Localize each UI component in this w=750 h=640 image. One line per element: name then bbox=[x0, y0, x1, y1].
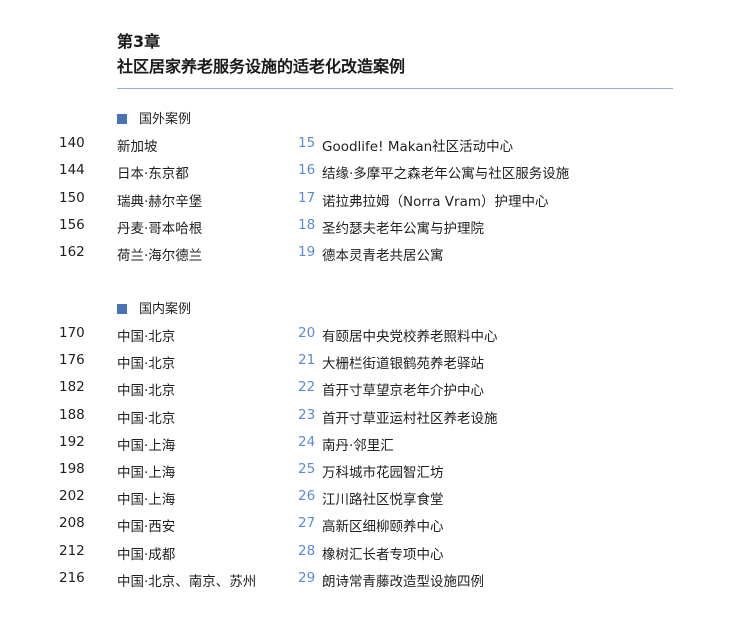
entry-location: 丹麦·哥本哈根 bbox=[117, 220, 203, 237]
case-number: 26 bbox=[298, 488, 316, 505]
page-number: 162 bbox=[59, 244, 85, 260]
toc-entry[interactable]: 140 新加坡 15 Goodlife! Makan社区活动中心 bbox=[0, 135, 750, 157]
toc-entry[interactable]: 144 日本·东京都 16 结缘·多摩平之森老年公寓与社区服务设施 bbox=[0, 162, 750, 184]
page-number: 216 bbox=[59, 569, 85, 586]
chapter-number: 第3章 bbox=[117, 32, 161, 51]
page-number: 198 bbox=[59, 461, 85, 477]
case-number: 28 bbox=[298, 542, 316, 559]
section-heading-domestic: 国内案例 bbox=[117, 298, 191, 317]
case-title: 朗诗常青藤改造型设施四例 bbox=[322, 573, 484, 590]
section-heading-label: 国内案例 bbox=[139, 302, 192, 317]
toc-entry[interactable]: 202 中国·上海 26 江川路社区悦享食堂 bbox=[0, 488, 750, 510]
page-number: 140 bbox=[59, 135, 85, 151]
section-heading-foreign: 国外案例 bbox=[117, 108, 191, 127]
case-title: 大栅栏街道银鹤苑养老驿站 bbox=[322, 356, 484, 373]
case-number: 15 bbox=[298, 135, 316, 151]
page-number: 202 bbox=[59, 488, 85, 505]
case-number: 24 bbox=[298, 433, 316, 450]
case-title: Goodlife! Makan社区活动中心 bbox=[322, 139, 514, 155]
case-title: 德本灵青老共居公寓 bbox=[322, 248, 444, 264]
page-number: 156 bbox=[59, 216, 85, 233]
case-title: 南丹·邻里汇 bbox=[322, 437, 394, 454]
case-number: 19 bbox=[298, 244, 316, 260]
toc-entry[interactable]: 150 瑞典·赫尔辛堡 17 诺拉弗拉姆（Norra Vram）护理中心 bbox=[0, 190, 750, 212]
entry-location: 中国·成都 bbox=[117, 546, 176, 563]
toc-entry[interactable]: 198 中国·上海 25 万科城市花园智汇坊 bbox=[0, 461, 750, 483]
case-number: 20 bbox=[298, 325, 316, 341]
toc-entry[interactable]: 216 中国·北京、南京、苏州 29 朗诗常青藤改造型设施四例 bbox=[0, 570, 750, 592]
entry-location: 中国·北京 bbox=[117, 356, 176, 373]
case-title: 首开寸草望京老年介护中心 bbox=[322, 383, 484, 400]
toc-entry[interactable]: 212 中国·成都 28 橡树汇长者专项中心 bbox=[0, 543, 750, 565]
case-title: 橡树汇长者专项中心 bbox=[322, 546, 444, 563]
case-number: 29 bbox=[298, 569, 316, 586]
toc-entry[interactable]: 162 荷兰·海尔德兰 19 德本灵青老共居公寓 bbox=[0, 244, 750, 266]
toc-entry[interactable]: 208 中国·西安 27 高新区细柳颐养中心 bbox=[0, 515, 750, 537]
entry-location: 中国·上海 bbox=[117, 492, 176, 509]
entry-location: 瑞典·赫尔辛堡 bbox=[117, 193, 203, 210]
case-number: 23 bbox=[298, 406, 316, 423]
case-number: 18 bbox=[298, 216, 316, 233]
entry-location: 日本·东京都 bbox=[117, 166, 189, 183]
section-heading-label: 国外案例 bbox=[139, 112, 192, 127]
case-title: 圣约瑟夫老年公寓与护理院 bbox=[322, 220, 484, 237]
toc-entry[interactable]: 176 中国·北京 21 大栅栏街道银鹤苑养老驿站 bbox=[0, 352, 750, 374]
case-number: 25 bbox=[298, 461, 316, 477]
entry-location: 中国·北京 bbox=[117, 383, 176, 400]
page-number: 188 bbox=[59, 406, 85, 423]
case-title: 首开寸草亚运村社区养老设施 bbox=[322, 410, 498, 427]
case-title: 诺拉弗拉姆（Norra Vram）护理中心 bbox=[322, 193, 549, 210]
toc-entry[interactable]: 182 中国·北京 22 首开寸草望京老年介护中心 bbox=[0, 379, 750, 401]
case-number: 17 bbox=[298, 189, 316, 206]
case-title: 结缘·多摩平之森老年公寓与社区服务设施 bbox=[322, 166, 570, 183]
case-title: 江川路社区悦享食堂 bbox=[322, 492, 444, 509]
toc-entry[interactable]: 188 中国·北京 23 首开寸草亚运村社区养老设施 bbox=[0, 407, 750, 429]
case-title: 高新区细柳颐养中心 bbox=[322, 519, 444, 536]
toc-entry[interactable]: 156 丹麦·哥本哈根 18 圣约瑟夫老年公寓与护理院 bbox=[0, 217, 750, 239]
entry-location: 荷兰·海尔德兰 bbox=[117, 248, 203, 264]
case-title: 万科城市花园智汇坊 bbox=[322, 465, 444, 481]
entry-location: 中国·北京 bbox=[117, 329, 176, 345]
chapter-title: 社区居家养老服务设施的适老化改造案例 bbox=[117, 57, 406, 76]
entry-location: 中国·北京、南京、苏州 bbox=[117, 573, 257, 590]
entry-location: 新加坡 bbox=[117, 139, 158, 155]
case-number: 21 bbox=[298, 352, 316, 369]
entry-location: 中国·上海 bbox=[117, 437, 176, 454]
page-number: 176 bbox=[59, 352, 85, 369]
page-number: 182 bbox=[59, 379, 85, 396]
entry-location: 中国·北京 bbox=[117, 410, 176, 427]
page-number: 208 bbox=[59, 515, 85, 532]
case-number: 27 bbox=[298, 515, 316, 532]
toc-entry[interactable]: 192 中国·上海 24 南丹·邻里汇 bbox=[0, 434, 750, 456]
square-bullet-icon bbox=[117, 114, 127, 124]
page-number: 150 bbox=[59, 189, 85, 206]
page-number: 192 bbox=[59, 433, 85, 450]
page-number: 170 bbox=[59, 325, 85, 341]
page-number: 144 bbox=[59, 162, 85, 179]
entry-location: 中国·西安 bbox=[117, 519, 176, 536]
case-number: 22 bbox=[298, 379, 316, 396]
title-divider bbox=[117, 88, 673, 89]
case-title: 有颐居中央党校养老照料中心 bbox=[322, 329, 498, 345]
entry-location: 中国·上海 bbox=[117, 465, 176, 481]
toc-entry[interactable]: 170 中国·北京 20 有颐居中央党校养老照料中心 bbox=[0, 325, 750, 347]
square-bullet-icon bbox=[117, 304, 127, 314]
page-number: 212 bbox=[59, 542, 85, 559]
case-number: 16 bbox=[298, 162, 316, 179]
